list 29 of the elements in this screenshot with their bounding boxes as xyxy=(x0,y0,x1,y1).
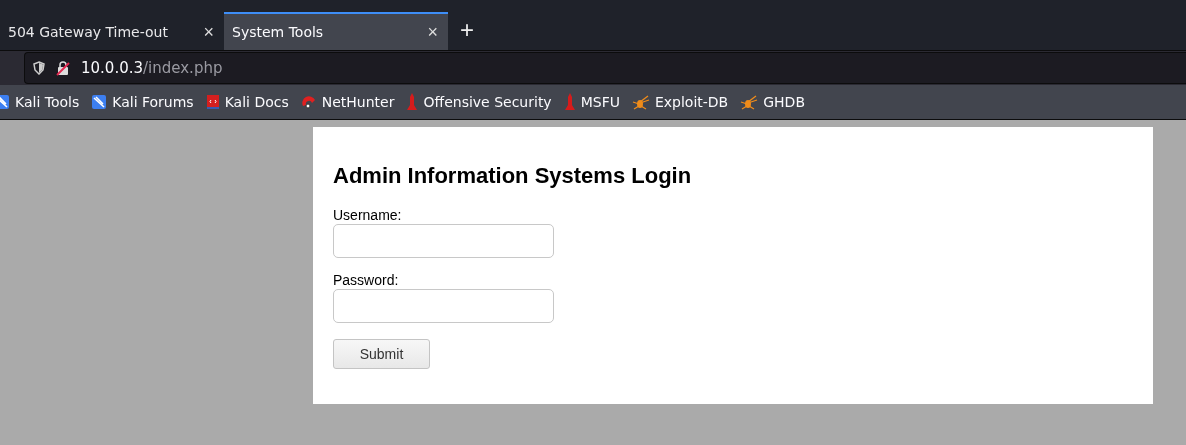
bookmark-link[interactable]: Kali Docs xyxy=(205,94,289,110)
browser-tab[interactable]: 504 Gateway Time-out × xyxy=(0,12,224,50)
close-tab-button[interactable]: × xyxy=(203,21,214,43)
bookmark-link[interactable]: Offensive Security xyxy=(406,93,552,111)
bookmark-link[interactable]: GHDB xyxy=(740,94,805,110)
tab-title: System Tools xyxy=(232,24,324,40)
new-tab-button[interactable]: + xyxy=(456,16,478,44)
input-field[interactable] xyxy=(333,289,554,323)
bookmark-link[interactable]: MSFU xyxy=(563,93,620,111)
spider-icon xyxy=(631,94,650,110)
bookmark-link[interactable]: Kali Tools xyxy=(0,94,80,110)
bookmark-link[interactable]: Exploit-DB xyxy=(631,94,729,110)
swirl-icon xyxy=(300,94,317,110)
url-text: 10.0.0.3/index.php xyxy=(81,59,223,77)
book-icon xyxy=(205,94,220,110)
tab-title: 504 Gateway Time-out xyxy=(8,24,168,40)
close-tab-button[interactable]: × xyxy=(427,21,438,43)
submit-button[interactable]: Submit xyxy=(333,339,430,369)
input-field[interactable] xyxy=(333,224,554,258)
login-title: Admin Information Systems Login xyxy=(333,163,693,189)
spider-icon xyxy=(740,94,759,110)
bookmark-link[interactable]: Kali Forums xyxy=(91,94,194,110)
address-bar[interactable]: 10.0.0.3/index.php xyxy=(24,52,1186,84)
shield-icon xyxy=(33,61,45,75)
browser-tab[interactable]: System Tools × xyxy=(224,12,448,50)
field-label: Password: xyxy=(333,272,400,288)
insecure-lock-icon xyxy=(55,60,71,76)
field-label: Username: xyxy=(333,207,403,223)
bookmark-link[interactable]: NetHunter xyxy=(300,94,395,110)
